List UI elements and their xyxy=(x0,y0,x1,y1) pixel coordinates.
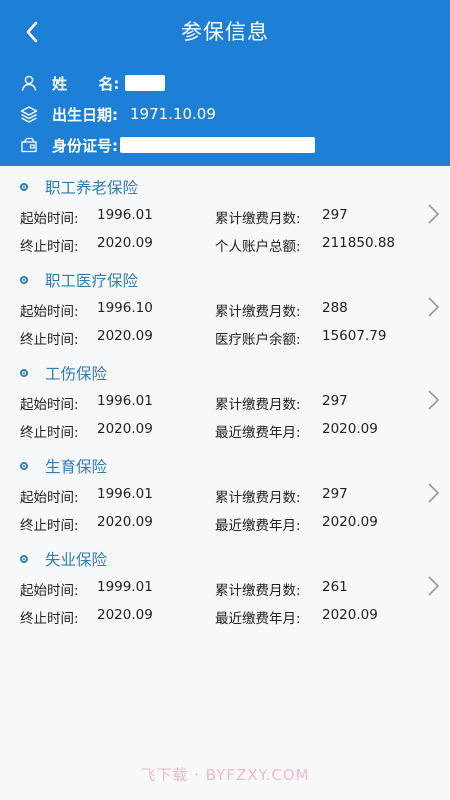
start-value: 1996.01 xyxy=(97,207,153,223)
nav-bar: 参保信息 xyxy=(0,0,450,62)
extra-label: 最近缴费年月: xyxy=(215,611,301,627)
months-value: 288 xyxy=(322,300,348,316)
months-label: 累计缴费月数: xyxy=(215,490,301,506)
extra-value: 211850.88 xyxy=(322,235,396,251)
end-label: 终止时间: xyxy=(20,332,79,348)
insurance-name: 职工养老保险 xyxy=(45,179,139,197)
page-title: 参保信息 xyxy=(181,20,269,44)
insurance-name: 职工医疗保险 xyxy=(45,272,139,290)
id-row: 身份证号: xyxy=(18,132,315,158)
insurance-card-maternity[interactable]: 生育保险 起始时间: 1996.01 累计缴费月数: 297 终止时间: 202… xyxy=(0,445,450,538)
layers-icon xyxy=(18,103,40,125)
start-label: 起始时间: xyxy=(20,490,79,506)
months-value: 297 xyxy=(322,393,348,409)
end-label: 终止时间: xyxy=(20,518,79,534)
months-value: 297 xyxy=(322,486,348,502)
insurance-name: 工伤保险 xyxy=(45,365,108,383)
birth-row: 出生日期: 1971.10.09 xyxy=(18,101,216,127)
id-card-icon xyxy=(18,134,40,156)
chevron-right-icon[interactable] xyxy=(424,202,442,226)
extra-value: 2020.09 xyxy=(322,421,378,437)
insurance-list: 职工养老保险 起始时间: 1996.01 累计缴费月数: 297 终止时间: 2… xyxy=(0,166,450,631)
start-label: 起始时间: xyxy=(20,583,79,599)
header: 参保信息 姓 名: 出生日期: 1971.10.09 身份证号: xyxy=(0,0,450,166)
extra-label: 最近缴费年月: xyxy=(215,518,301,534)
bullet-icon xyxy=(20,276,28,284)
months-label: 累计缴费月数: xyxy=(215,304,301,320)
insurance-title: 职工养老保险 xyxy=(20,176,138,198)
bullet-icon xyxy=(20,555,28,563)
name-redacted xyxy=(125,75,166,91)
chevron-right-icon[interactable] xyxy=(424,295,442,319)
start-label: 起始时间: xyxy=(20,397,79,413)
insurance-title: 工伤保险 xyxy=(20,362,107,384)
start-value: 1999.01 xyxy=(97,579,153,595)
end-label: 终止时间: xyxy=(20,239,79,255)
chevron-right-icon[interactable] xyxy=(424,481,442,505)
end-value: 2020.09 xyxy=(97,607,153,623)
insurance-title: 职工医疗保险 xyxy=(20,269,138,291)
watermark: 飞下载 · BYFZXY.COM xyxy=(140,766,310,784)
months-value: 261 xyxy=(322,579,348,595)
id-label: 身份证号: xyxy=(52,136,118,155)
extra-label: 最近缴费年月: xyxy=(215,425,301,441)
end-value: 2020.09 xyxy=(97,235,153,251)
birth-value: 1971.10.09 xyxy=(130,105,216,123)
months-label: 累计缴费月数: xyxy=(215,211,301,227)
end-value: 2020.09 xyxy=(97,421,153,437)
name-label: 姓 名: xyxy=(52,74,120,93)
chevron-right-icon[interactable] xyxy=(424,574,442,598)
bullet-icon xyxy=(20,369,28,377)
extra-label: 医疗账户余额: xyxy=(215,332,301,348)
insurance-card-medical[interactable]: 职工医疗保险 起始时间: 1996.10 累计缴费月数: 288 终止时间: 2… xyxy=(0,259,450,352)
start-value: 1996.01 xyxy=(97,393,153,409)
birth-label: 出生日期: xyxy=(52,105,118,124)
extra-label: 个人账户总额: xyxy=(215,239,301,255)
start-label: 起始时间: xyxy=(20,211,79,227)
bullet-icon xyxy=(20,462,28,470)
end-label: 终止时间: xyxy=(20,611,79,627)
insurance-card-pension[interactable]: 职工养老保险 起始时间: 1996.01 累计缴费月数: 297 终止时间: 2… xyxy=(0,166,450,259)
months-value: 297 xyxy=(322,207,348,223)
insurance-name: 失业保险 xyxy=(45,551,108,569)
start-label: 起始时间: xyxy=(20,304,79,320)
extra-value: 2020.09 xyxy=(322,607,378,623)
insurance-card-injury[interactable]: 工伤保险 起始时间: 1996.01 累计缴费月数: 297 终止时间: 202… xyxy=(0,352,450,445)
extra-value: 2020.09 xyxy=(322,514,378,530)
person-icon xyxy=(18,72,40,94)
months-label: 累计缴费月数: xyxy=(215,397,301,413)
insurance-name: 生育保险 xyxy=(45,458,108,476)
chevron-right-icon[interactable] xyxy=(424,388,442,412)
insurance-title: 失业保险 xyxy=(20,548,107,570)
start-value: 1996.10 xyxy=(97,300,153,316)
start-value: 1996.01 xyxy=(97,486,153,502)
end-value: 2020.09 xyxy=(97,514,153,530)
months-label: 累计缴费月数: xyxy=(215,583,301,599)
insurance-title: 生育保险 xyxy=(20,455,107,477)
end-label: 终止时间: xyxy=(20,425,79,441)
insurance-card-unemployment[interactable]: 失业保险 起始时间: 1999.01 累计缴费月数: 261 终止时间: 202… xyxy=(0,538,450,631)
end-value: 2020.09 xyxy=(97,328,153,344)
id-redacted xyxy=(120,137,315,153)
bullet-icon xyxy=(20,183,28,191)
name-row: 姓 名: xyxy=(18,70,166,96)
extra-value: 15607.79 xyxy=(322,328,387,344)
